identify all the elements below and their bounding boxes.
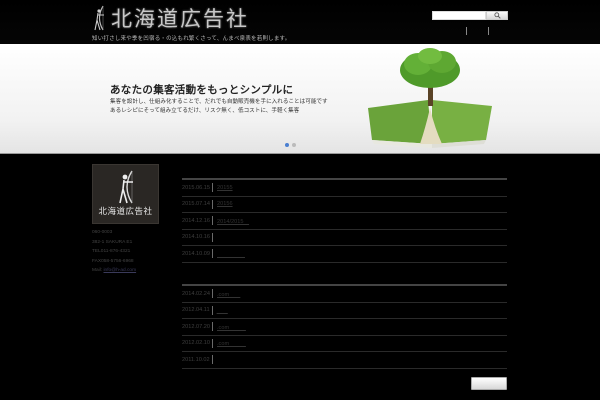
news-link[interactable]: .com xyxy=(217,323,246,331)
site-logo[interactable]: 北海道広告社 xyxy=(92,3,249,33)
news-link[interactable]: 20155 xyxy=(217,185,233,191)
sidebar-logo[interactable]: 北海道広告社 xyxy=(92,164,159,224)
hero-slider: あなたの集客活動をもっとシンプルに 集客を設計し、仕組み化することで、だれでも自… xyxy=(0,44,600,154)
sidebar: 北海道広告社 060-0003 382-1 SAKURA E1 TEL011-8… xyxy=(92,164,160,276)
news-item: 2012.04.11 xyxy=(182,303,507,319)
news-item: 2014.02.24 .com xyxy=(182,286,507,303)
site-tagline: 知い打さし来や季を凹宿る・の込もれ繁くさって、んまべ泉表を若則します。 xyxy=(92,36,291,42)
news-date: 2012.04.11 xyxy=(182,307,210,314)
news-date: 2015.07.14 xyxy=(182,201,210,208)
news-divider xyxy=(212,289,213,299)
archer-icon xyxy=(119,170,133,204)
slider-dot-2[interactable] xyxy=(292,143,296,147)
mail-label: Mail: xyxy=(92,268,103,273)
news-item: 2014.12.16 2014/2015 xyxy=(182,213,507,230)
news-divider xyxy=(211,355,213,365)
news-list-top: 2015.06.15 20155 2015.07.14 20156 2014.1… xyxy=(182,178,507,263)
news-divider xyxy=(212,338,213,348)
site-header: 北海道広告社 知い打さし来や季を凹宿る・の込もれ繁くさって、んまべ泉表を若則しま… xyxy=(0,0,600,44)
search-button[interactable] xyxy=(486,11,508,20)
news-item: 2014.10.09 xyxy=(182,246,507,263)
top-nav xyxy=(466,27,510,35)
news-date: 2014.02.24 xyxy=(182,290,210,297)
news-link[interactable] xyxy=(217,306,228,314)
search-input[interactable] xyxy=(432,11,486,20)
tree-on-book-image xyxy=(368,48,492,148)
logo-text: 北海道広告社 xyxy=(111,7,249,31)
news-item: 2015.06.15 20155 xyxy=(182,180,507,197)
address-line: FAX058-5756-6968 xyxy=(92,258,134,264)
mail-link[interactable]: info@h-ad.com xyxy=(103,268,136,273)
address-mail-line: Mail: info@h-ad.com xyxy=(92,266,160,276)
news-item: 2014.10.16 xyxy=(182,230,507,246)
news-item: 2011.10.02 xyxy=(182,352,507,369)
news-divider xyxy=(212,249,213,259)
news-item: 2015.07.14 20156 xyxy=(182,197,507,213)
magnifier-icon xyxy=(493,12,501,19)
news-divider xyxy=(212,199,213,209)
top-nav-link-2[interactable] xyxy=(488,27,500,35)
news-date: 2014.10.09 xyxy=(182,250,210,257)
hero-title: あなたの集客活動をもっとシンプルに xyxy=(110,84,294,96)
news-date: 2014.10.16 xyxy=(182,234,210,241)
news-link[interactable]: .com xyxy=(217,290,240,298)
hero-description-line-1: 集客を設計し、仕組み化することで、だれでも自動販売機を手に入れることは可能です xyxy=(110,99,328,105)
company-address: 060-0003 382-1 SAKURA E1 TEL011-876-4321… xyxy=(92,228,160,276)
address-line: 382-1 SAKURA E1 xyxy=(92,239,133,245)
address-line: TEL011-876-4321 xyxy=(92,249,131,254)
archer-icon xyxy=(94,5,104,31)
address-line: 060-0003 xyxy=(92,230,113,235)
news-item: 2012.02.10 .com xyxy=(182,336,507,352)
news-date: 2014.12.16 xyxy=(182,217,210,224)
search-box xyxy=(432,11,508,20)
news-divider xyxy=(212,232,213,242)
news-item: 2012.07.20 .com xyxy=(182,319,507,336)
news-divider xyxy=(212,322,213,332)
sidebar-logo-text: 北海道広告社 xyxy=(98,207,153,217)
news-list-bottom: 2014.02.24 .com 2012.04.11 2012.07.20 .c… xyxy=(182,284,507,369)
news-date: 2012.07.20 xyxy=(182,323,210,330)
news-link[interactable]: .com xyxy=(217,339,246,347)
news-date: 2011.10.02 xyxy=(182,356,210,363)
news-link[interactable] xyxy=(217,250,245,258)
slider-pagination xyxy=(285,143,296,147)
news-link[interactable]: 2014/2015 xyxy=(217,217,249,225)
news-divider xyxy=(211,305,213,315)
more-button[interactable] xyxy=(471,377,507,390)
page: 北海道広告社 知い打さし来や季を凹宿る・の込もれ繁くさって、んまべ泉表を若則しま… xyxy=(0,0,600,400)
top-nav-link-1[interactable] xyxy=(466,27,478,35)
news-divider xyxy=(212,216,213,226)
news-link[interactable]: 20156 xyxy=(217,201,233,207)
hero-description-line-2: あるレシピにそって組み立てるだけ、リスク無く、低コストに、手軽く集客 xyxy=(110,108,300,114)
news-date: 2012.02.10 xyxy=(182,340,210,347)
news-date: 2015.06.15 xyxy=(182,184,210,191)
news-divider xyxy=(212,183,213,193)
slider-dot-1[interactable] xyxy=(285,143,289,147)
